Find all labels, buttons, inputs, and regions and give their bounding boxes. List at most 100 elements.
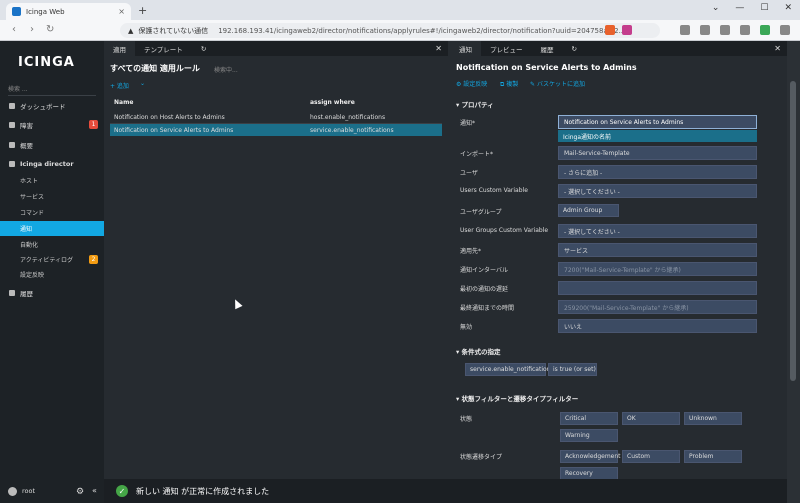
state-chip[interactable]: Unknown: [684, 412, 742, 425]
sidebar-item-label: サービス: [20, 194, 45, 201]
end-time-input[interactable]: 259200("Mail-Service-Template" から継承): [558, 300, 757, 314]
section-filters[interactable]: ▾ 状態フィルターと遷移タイプフィルター: [456, 393, 578, 403]
sidebar-item-hosts[interactable]: ホスト: [0, 173, 104, 188]
condition-operator-chip[interactable]: is true (or set): [548, 363, 597, 376]
sidebar-item-label: 自動化: [20, 242, 39, 249]
state-chip[interactable]: Critical: [560, 412, 618, 425]
transition-chip[interactable]: Custom: [622, 450, 680, 463]
usergroups-custom-var-select[interactable]: - 選択してください -: [558, 224, 757, 238]
extension-icon[interactable]: [700, 25, 710, 35]
section-properties[interactable]: ▾ プロパティ: [456, 99, 494, 109]
icinga-logo[interactable]: ICINGA: [18, 55, 75, 70]
first-delay-input[interactable]: [558, 281, 757, 295]
transition-chip[interactable]: Acknowledgement: [560, 450, 621, 463]
user-menu[interactable]: root: [0, 479, 104, 503]
gear-icon[interactable]: ⚙: [76, 487, 84, 497]
users-select[interactable]: - さらに追加 -: [558, 165, 757, 179]
interval-input[interactable]: 7200("Mail-Service-Template" から継承): [558, 262, 757, 276]
refresh-icon[interactable]: ↻: [563, 41, 586, 56]
browser-tab[interactable]: Icinga Web ×: [6, 3, 131, 20]
forward-icon[interactable]: ›: [30, 24, 34, 35]
transition-chip[interactable]: Problem: [684, 450, 742, 463]
sidebar-item-deploy[interactable]: 設定反映: [0, 267, 104, 282]
new-tab-button[interactable]: +: [138, 4, 147, 17]
extension-icon[interactable]: [680, 25, 690, 35]
tab-search-icon[interactable]: ⌄: [712, 3, 720, 13]
disabled-select[interactable]: いいえ: [558, 319, 757, 333]
table-row[interactable]: Notification on Host Alerts to Admins hos…: [110, 111, 442, 123]
name-input[interactable]: Notification on Service Alerts to Admins: [558, 115, 757, 129]
state-chip[interactable]: Warning: [560, 429, 618, 442]
tab-preview[interactable]: プレビュー: [481, 41, 532, 56]
import-select[interactable]: Mail-Service-Template: [558, 146, 757, 160]
close-icon[interactable]: ✕: [435, 44, 442, 53]
sidebar-item-director[interactable]: Icinga director: [0, 156, 104, 171]
tab-history[interactable]: 履歴: [532, 41, 563, 56]
tab-apply[interactable]: 適用: [104, 41, 135, 56]
sidebar-item-label: 設定反映: [20, 272, 45, 279]
collapse-sidebar-icon[interactable]: «: [92, 486, 97, 495]
minimize-icon[interactable]: —: [735, 3, 744, 13]
field-label: 状態: [460, 416, 473, 423]
url-field[interactable]: ▲ 保護されていない通信 192.168.193.41/icingaweb2/d…: [120, 23, 660, 38]
col1-tab-bar: 適用 テンプレート ↻ ✕: [104, 41, 448, 56]
section-conditions[interactable]: ▾ 条件式の指定: [456, 346, 501, 356]
sidebar-item-commands[interactable]: コマンド: [0, 205, 104, 220]
state-chip[interactable]: OK: [622, 412, 680, 425]
reload-icon[interactable]: ↻: [46, 24, 54, 35]
field-label: ユーザグループ: [460, 209, 502, 216]
cell-assign: service.enable_notifications: [310, 126, 394, 134]
column-header-assign[interactable]: assign where: [310, 99, 355, 106]
back-icon[interactable]: ‹: [12, 24, 16, 35]
scrollbar[interactable]: [787, 41, 800, 503]
brave-icon[interactable]: [605, 25, 615, 35]
refresh-icon[interactable]: ↻: [192, 41, 215, 56]
sidebar-item-notifications[interactable]: 通知: [0, 221, 104, 236]
sidebar-item-automation[interactable]: 自動化: [0, 237, 104, 252]
scrollbar-thumb[interactable]: [790, 81, 796, 381]
sidebar-item-problems[interactable]: 障害 1: [0, 117, 104, 132]
menu-icon[interactable]: [780, 25, 790, 35]
tab-strip: Icinga Web × + ⌄ — ☐ ✕: [0, 0, 800, 20]
tab-close-icon[interactable]: ×: [118, 7, 125, 16]
maximize-icon[interactable]: ☐: [760, 3, 768, 13]
sidebar-item-dashboard[interactable]: ダッシュボード: [0, 98, 104, 113]
rewards-icon[interactable]: [622, 25, 632, 35]
close-window-icon[interactable]: ✕: [784, 3, 792, 13]
extension-icon[interactable]: [720, 25, 730, 35]
tab-notification[interactable]: 通知: [450, 41, 481, 56]
page-title: すべての通知 適用ルール: [110, 64, 200, 73]
deploy-button[interactable]: ⚙ 設定反映: [456, 79, 487, 88]
chevron-down-icon[interactable]: ⌄: [140, 80, 145, 87]
list-search-input[interactable]: 検索中...: [214, 65, 238, 74]
name-hint: Icinga通知の名前: [558, 130, 757, 142]
shield-icon[interactable]: [760, 25, 770, 35]
sidebar-item-label: Icinga director: [20, 159, 74, 168]
add-to-basket-button[interactable]: ✎ バスケットに追加: [530, 79, 585, 88]
column-header-name[interactable]: Name: [114, 99, 133, 106]
sidebar-search-input[interactable]: 検索 ...: [8, 84, 96, 96]
usergroup-chip[interactable]: Admin Group: [558, 204, 619, 217]
sidebar-item-history[interactable]: 履歴: [0, 285, 104, 300]
users-custom-var-select[interactable]: - 選択してください -: [558, 184, 757, 198]
sidebar-item-label: 障害: [20, 121, 33, 130]
basket-label: バスケットに追加: [536, 81, 585, 88]
apply-to-select[interactable]: サービス: [558, 243, 757, 257]
add-button[interactable]: + 追加: [110, 81, 129, 90]
sidebar-item-label: アクティビティログ: [20, 257, 73, 264]
icinga-favicon-icon: [12, 7, 21, 16]
problems-icon: [9, 121, 15, 128]
toast-message: 新しい 通知 が正常に作成されました: [136, 486, 270, 496]
table-row-selected[interactable]: Notification on Service Alerts to Admins…: [110, 124, 442, 136]
condition-property-chip[interactable]: service.enable_notifications: [465, 363, 554, 376]
clone-button[interactable]: ⧉ 複製: [500, 79, 518, 89]
dashboard-icon: [9, 102, 15, 109]
sidebar-item-label: 履歴: [20, 289, 33, 298]
close-icon[interactable]: ✕: [774, 44, 781, 53]
deploy-label: 設定反映: [463, 81, 488, 88]
extension-icon[interactable]: [740, 25, 750, 35]
tab-templates[interactable]: テンプレート: [135, 41, 192, 56]
sidebar-item-activity-log[interactable]: アクティビティログ 2: [0, 252, 104, 267]
sidebar-item-services[interactable]: サービス: [0, 189, 104, 204]
sidebar-item-overview[interactable]: 概要: [0, 137, 104, 152]
